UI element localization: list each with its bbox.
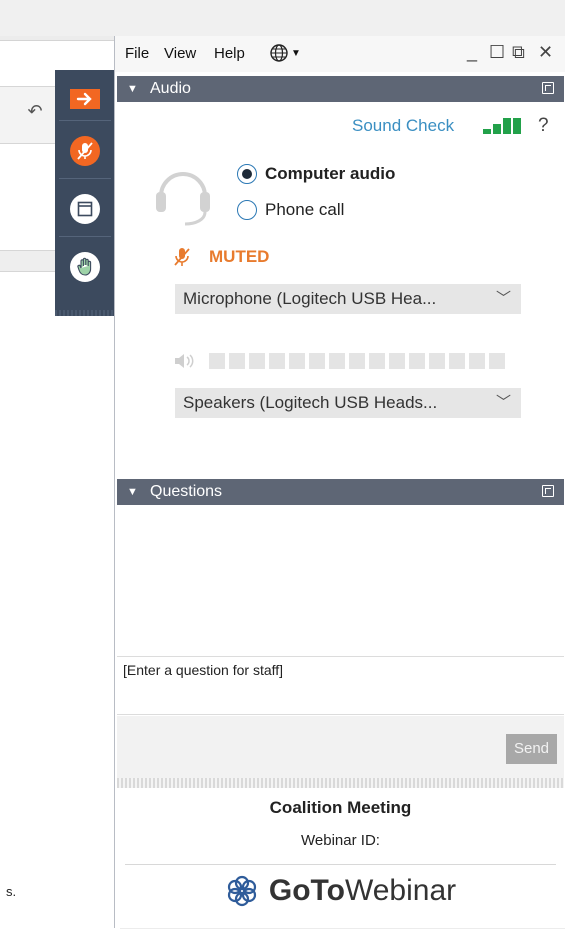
brand-webinar: Webinar bbox=[344, 874, 457, 907]
close-button[interactable]: ✕ bbox=[538, 42, 553, 63]
send-area: Send bbox=[117, 716, 564, 780]
undo-icon[interactable]: ↶ bbox=[24, 100, 46, 122]
chevron-down-icon: ▼ bbox=[291, 47, 301, 59]
webinar-id-label: Webinar ID: bbox=[301, 832, 380, 849]
phone-call-label: Phone call bbox=[265, 200, 345, 219]
question-input[interactable]: [Enter a question for staff] bbox=[117, 658, 564, 715]
microphone-muted-icon bbox=[174, 248, 190, 266]
menu-bar: File View Help ▼ _ ☐ ⧉ ✕ bbox=[115, 36, 565, 72]
divider bbox=[59, 120, 111, 121]
radio-unselected[interactable] bbox=[237, 200, 257, 220]
collapse-panel-button[interactable] bbox=[55, 85, 115, 113]
computer-audio-option[interactable]: Computer audio bbox=[237, 164, 395, 184]
language-menu[interactable]: ▼ bbox=[269, 43, 301, 63]
chevron-down-icon: ﹀ bbox=[495, 394, 511, 411]
divider bbox=[59, 236, 111, 237]
background-app-top bbox=[0, 0, 565, 36]
chevron-down-icon: ﹀ bbox=[495, 290, 511, 307]
minimize-button[interactable]: _ bbox=[467, 42, 477, 63]
computer-audio-label: Computer audio bbox=[265, 164, 396, 183]
screen-button[interactable] bbox=[55, 194, 115, 224]
webinar-id: Webinar ID: bbox=[117, 832, 564, 849]
mic-status: MUTED bbox=[173, 246, 269, 268]
signal-strength-icon bbox=[483, 118, 523, 134]
restore-button[interactable]: ⧉ bbox=[512, 42, 525, 63]
grip-handle[interactable] bbox=[55, 310, 115, 316]
radio-selected[interactable] bbox=[237, 164, 257, 184]
window-icon bbox=[70, 194, 100, 224]
microphone-muted-icon bbox=[70, 136, 100, 166]
speakers-select[interactable]: Speakers (Logitech USB Heads... ﹀ bbox=[175, 388, 521, 418]
speaker-volume-meter bbox=[173, 352, 505, 370]
audio-section-header[interactable]: ▼ Audio bbox=[117, 76, 564, 102]
brand-goto: GoTo bbox=[268, 874, 345, 907]
audio-help-button[interactable]: ? bbox=[538, 115, 549, 137]
audio-section-title: Audio bbox=[150, 80, 191, 97]
globe-icon bbox=[270, 44, 288, 62]
arrow-right-icon bbox=[70, 89, 100, 109]
phone-call-option[interactable]: Phone call bbox=[237, 200, 344, 220]
control-panel bbox=[55, 70, 115, 316]
speakers-select-value: Speakers (Logitech USB Heads... bbox=[183, 393, 438, 412]
popout-icon[interactable] bbox=[542, 485, 554, 497]
speaker-icon bbox=[175, 354, 194, 368]
microphone-select[interactable]: Microphone (Logitech USB Hea... ﹀ bbox=[175, 284, 521, 314]
questions-section-header[interactable]: ▼ Questions bbox=[117, 479, 564, 505]
volume-bars bbox=[209, 353, 505, 369]
raise-hand-icon bbox=[70, 252, 100, 282]
raise-hand-button[interactable] bbox=[55, 252, 115, 282]
send-button[interactable]: Send bbox=[506, 734, 557, 764]
mute-toggle-button[interactable] bbox=[55, 136, 115, 166]
gotowebinar-flower-icon bbox=[227, 875, 256, 907]
collapse-triangle-icon: ▼ bbox=[127, 486, 138, 498]
gotowebinar-control-panel-window: File View Help ▼ _ ☐ ⧉ ✕ ▼ Audio Sound C… bbox=[114, 36, 565, 928]
muted-label: MUTED bbox=[209, 247, 270, 266]
menu-help[interactable]: Help bbox=[214, 45, 245, 62]
menu-file[interactable]: File bbox=[125, 45, 149, 62]
background-text: s. bbox=[6, 884, 17, 899]
maximize-button[interactable]: ☐ bbox=[489, 42, 505, 63]
popout-icon[interactable] bbox=[542, 82, 554, 94]
question-input-placeholder: [Enter a question for staff] bbox=[123, 662, 284, 678]
collapse-triangle-icon: ▼ bbox=[127, 83, 138, 95]
divider bbox=[125, 864, 556, 865]
meeting-title: Coalition Meeting bbox=[269, 798, 412, 817]
menu-view[interactable]: View bbox=[164, 45, 196, 62]
resize-grip[interactable] bbox=[117, 778, 564, 788]
gotowebinar-logo: GoToWebinar bbox=[117, 874, 564, 908]
sound-check-link[interactable]: Sound Check bbox=[352, 116, 454, 136]
questions-log[interactable] bbox=[117, 508, 564, 657]
webinar-footer: Coalition Meeting Webinar ID: GoToWebina… bbox=[117, 788, 564, 928]
headset-icon bbox=[153, 162, 213, 226]
divider bbox=[59, 178, 111, 179]
questions-section-title: Questions bbox=[150, 483, 223, 500]
microphone-select-value: Microphone (Logitech USB Hea... bbox=[183, 289, 437, 308]
